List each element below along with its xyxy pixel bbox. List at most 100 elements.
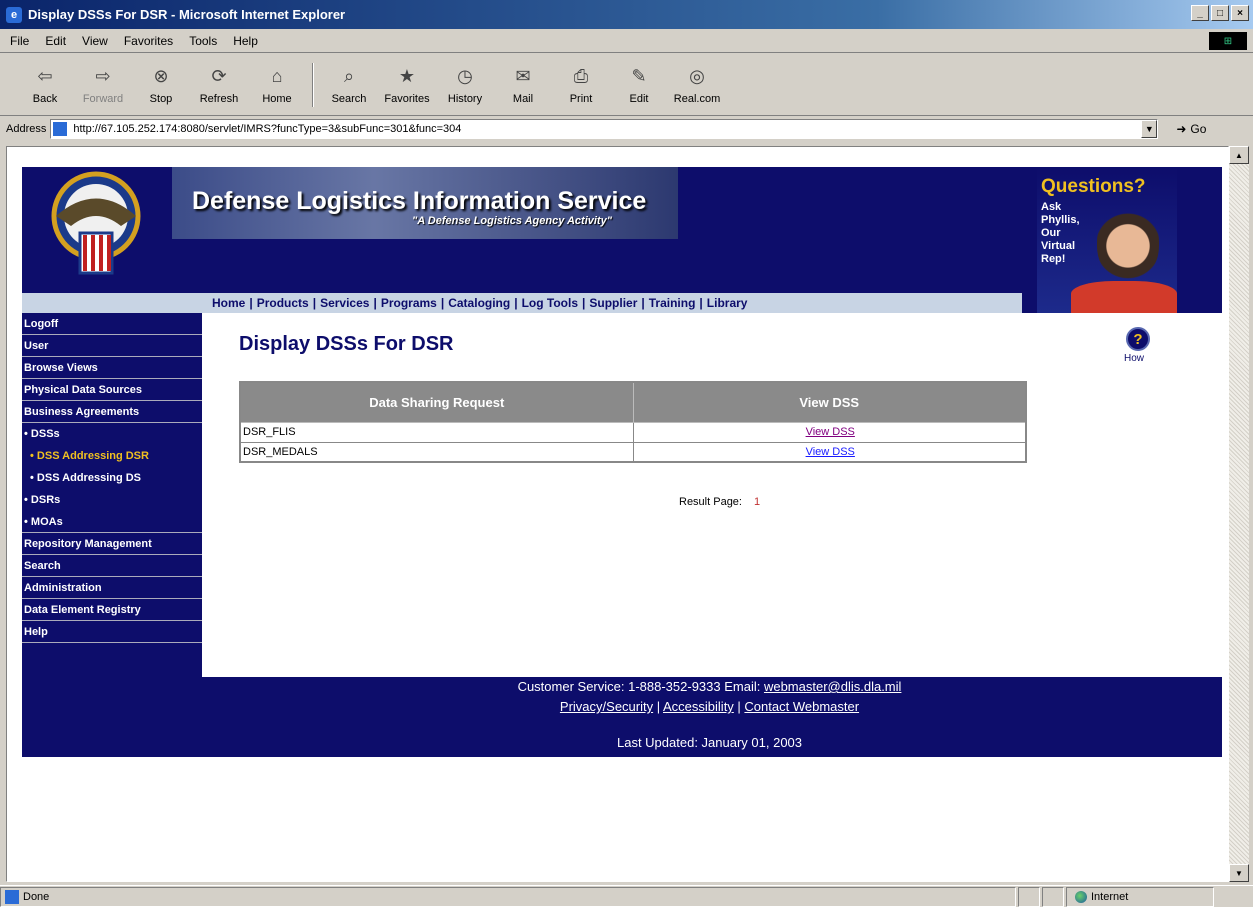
menu-favorites[interactable]: Favorites <box>124 34 173 48</box>
questions-text: Ask Phyllis, Our Virtual Rep! <box>1041 201 1080 265</box>
webmaster-email-link[interactable]: webmaster@dlis.dla.mil <box>764 679 901 694</box>
scroll-up-button[interactable]: ▲ <box>1229 146 1249 164</box>
privacy-security-link[interactable]: Privacy/Security <box>560 699 653 714</box>
nav-library[interactable]: Library <box>707 296 748 310</box>
nav-supplier[interactable]: Supplier <box>589 296 637 310</box>
rep-photo <box>1097 203 1159 281</box>
leftnav-data-element-registry[interactable]: Data Element Registry <box>22 599 202 621</box>
address-label: Address <box>6 123 47 135</box>
nav-services[interactable]: Services <box>320 296 369 310</box>
refresh-button[interactable]: ⟳ Refresh <box>190 65 248 105</box>
help-icon[interactable]: ? <box>1126 327 1150 351</box>
go-button[interactable]: ➜ Go <box>1176 122 1206 136</box>
refresh-icon: ⟳ <box>211 66 227 86</box>
menu-view[interactable]: View <box>82 34 108 48</box>
go-arrow-icon: ➜ <box>1176 122 1187 136</box>
real-icon: ◎ <box>689 66 705 86</box>
refresh-label: Refresh <box>199 92 239 105</box>
edit-icon: ✎ <box>631 66 647 86</box>
leftnav-dsss[interactable]: • DSSs <box>22 423 202 445</box>
result-page-number[interactable]: 1 <box>754 496 760 508</box>
site-banner: Defense Logistics Information Service "A… <box>22 167 1222 313</box>
menu-help[interactable]: Help <box>233 34 258 48</box>
leftnav-browse-views[interactable]: Browse Views <box>22 357 202 379</box>
status-main: Done <box>0 886 1016 907</box>
top-nav: Home | Products | Services | Programs | Cata… <box>22 293 1022 313</box>
menu-edit[interactable]: Edit <box>45 34 66 48</box>
favorites-icon: ★ <box>398 66 416 86</box>
favorites-button[interactable]: ★ Favorites <box>378 65 436 105</box>
leftnav-logoff[interactable]: Logoff <box>22 313 202 335</box>
last-updated: Last Updated: January 01, 2003 <box>616 735 803 750</box>
back-arrow-icon: ⇦ <box>37 66 53 86</box>
forward-arrow-icon: ⇨ <box>95 66 111 86</box>
back-button[interactable]: ⇦ Back <box>16 65 74 105</box>
contact-webmaster-link[interactable]: Contact Webmaster <box>744 699 859 714</box>
maximize-button[interactable]: □ <box>1211 5 1229 21</box>
minimize-button[interactable]: _ <box>1191 5 1209 21</box>
vertical-scrollbar[interactable]: ▲ ▼ <box>1229 146 1249 882</box>
dss-table: Data Sharing Request View DSS DSR_FLIS V… <box>239 381 1027 463</box>
page-icon <box>53 122 68 136</box>
nav-cataloging[interactable]: Cataloging <box>448 296 510 310</box>
header-view-dss: View DSS <box>632 381 1027 423</box>
search-label: Search <box>331 92 367 105</box>
nav-programs[interactable]: Programs <box>381 296 437 310</box>
window-title: Display DSSs For DSR - Microsoft Interne… <box>28 7 346 22</box>
ie-logo-icon: e <box>6 6 22 23</box>
address-bar: Address http://67.105.252.174:8080/servl… <box>0 117 1253 141</box>
address-input[interactable]: http://67.105.252.174:8080/servlet/IMRS?… <box>50 119 1159 139</box>
table-row: DSR_FLIS View DSS <box>239 421 1027 443</box>
accessibility-link[interactable]: Accessibility <box>663 699 734 714</box>
close-button[interactable]: × <box>1231 5 1249 21</box>
leftnav-dsrs[interactable]: • DSRs <box>22 489 202 511</box>
rep-photo-shirt <box>1071 281 1177 313</box>
history-icon: ◷ <box>457 66 473 86</box>
menu-tools[interactable]: Tools <box>189 34 217 48</box>
view-dss-link[interactable]: View DSS <box>806 446 855 458</box>
leftnav-administration[interactable]: Administration <box>22 577 202 599</box>
leftnav-business-agreements[interactable]: Business Agreements <box>22 401 202 423</box>
edit-button[interactable]: ✎ Edit <box>610 65 668 105</box>
nav-log-tools[interactable]: Log Tools <box>522 296 578 310</box>
home-button[interactable]: ⌂ Home <box>248 65 306 105</box>
dsr-name-cell: DSR_FLIS <box>239 421 634 443</box>
menu-file[interactable]: File <box>10 34 29 48</box>
leftnav-repository-management[interactable]: Repository Management <box>22 533 202 555</box>
security-zone: Internet <box>1066 886 1214 907</box>
questions-title: Questions? <box>1041 176 1146 197</box>
result-pagination: Result Page: 1 <box>679 496 760 508</box>
forward-label: Forward <box>82 92 124 105</box>
customer-service-text: Customer Service: 1-888-352-9333 Email: <box>517 679 764 694</box>
leftnav-dss-addressing-dsr[interactable]: • DSS Addressing DSR <box>22 445 202 467</box>
help-label[interactable]: How <box>1124 353 1144 364</box>
mail-label: Mail <box>512 92 534 105</box>
forward-button[interactable]: ⇨ Forward <box>74 65 132 105</box>
search-icon: ⌕ <box>343 66 355 86</box>
stop-label: Stop <box>149 92 173 105</box>
stop-button[interactable]: ⊗ Stop <box>132 65 190 105</box>
view-dss-link[interactable]: View DSS <box>806 426 855 438</box>
scroll-down-button[interactable]: ▼ <box>1229 864 1249 882</box>
home-label: Home <box>262 92 292 105</box>
real-button[interactable]: ◎ Real.com <box>668 65 726 105</box>
nav-products[interactable]: Products <box>257 296 309 310</box>
status-bar: Done Internet <box>0 885 1253 907</box>
print-button[interactable]: ⎙ Print <box>552 65 610 105</box>
status-cell <box>1042 886 1064 907</box>
mail-button[interactable]: ✉ Mail <box>494 65 552 105</box>
real-label: Real.com <box>673 92 721 105</box>
search-button[interactable]: ⌕ Search <box>320 65 378 105</box>
address-dropdown-button[interactable]: ▼ <box>1141 120 1158 138</box>
leftnav-physical-data-sources[interactable]: Physical Data Sources <box>22 379 202 401</box>
nav-training[interactable]: Training <box>649 296 696 310</box>
history-button[interactable]: ◷ History <box>436 65 494 105</box>
leftnav-help[interactable]: Help <box>22 621 202 643</box>
leftnav-moas[interactable]: • MOAs <box>22 511 202 533</box>
nav-home[interactable]: Home <box>212 296 245 310</box>
leftnav-search[interactable]: Search <box>22 555 202 577</box>
leftnav-dss-addressing-ds[interactable]: • DSS Addressing DS <box>22 467 202 489</box>
leftnav-user[interactable]: User <box>22 335 202 357</box>
virtual-rep-promo[interactable]: Questions? Ask Phyllis, Our Virtual Rep! <box>1037 167 1177 313</box>
page-title: Display DSSs For DSR <box>239 333 454 355</box>
